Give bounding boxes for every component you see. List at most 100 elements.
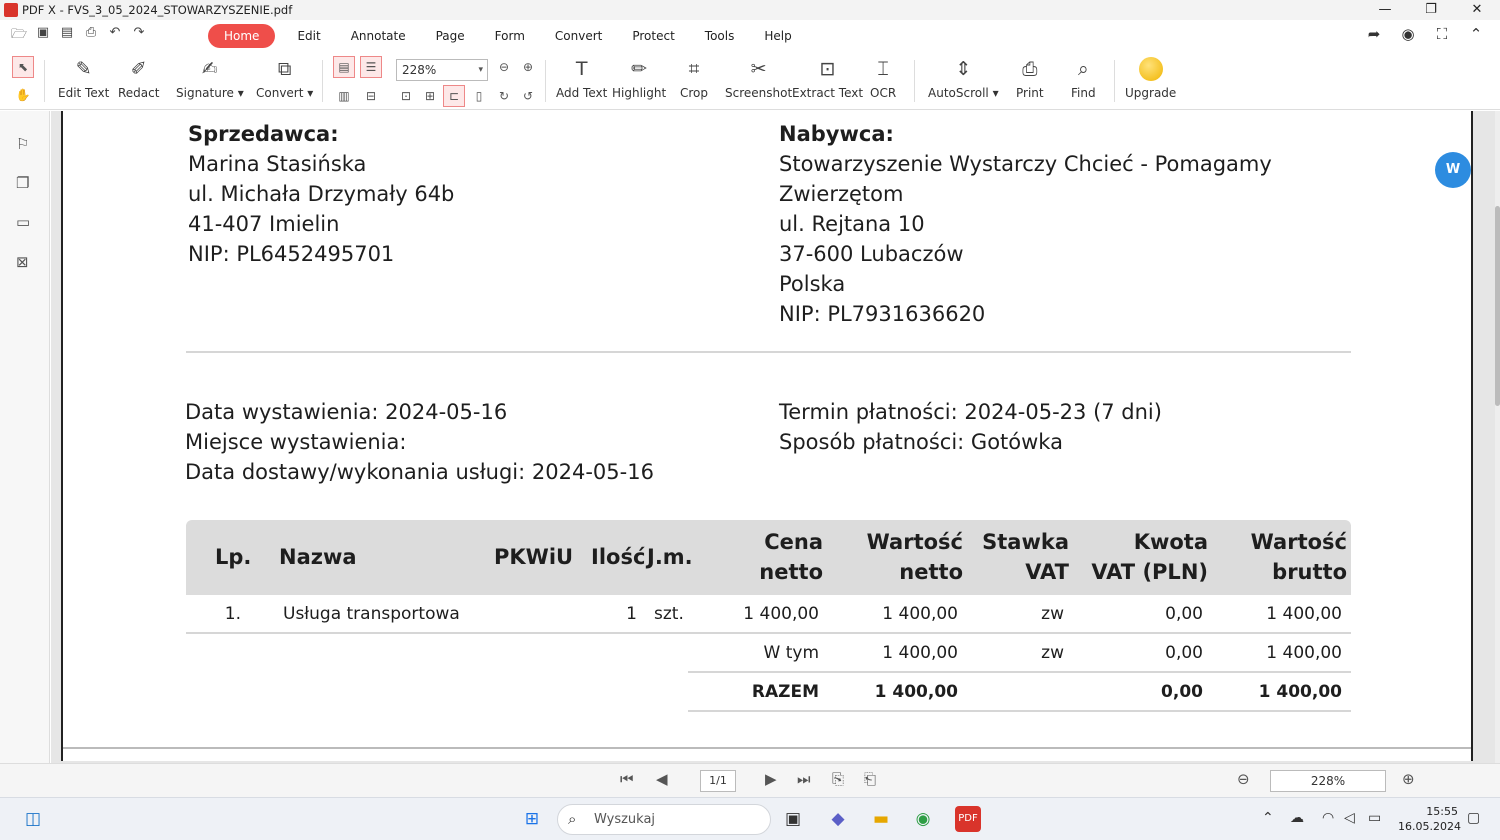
pdfx-app-icon[interactable]: PDF <box>955 806 981 832</box>
divider <box>186 632 1351 634</box>
next-view-icon[interactable]: ⎗ <box>864 770 876 788</box>
two-page-view-icon[interactable]: ▥ <box>333 85 355 107</box>
fullscreen-icon[interactable]: ⛶ <box>1432 25 1452 43</box>
tab-annotate[interactable]: Annotate <box>339 24 418 48</box>
select-tool-icon[interactable]: ⬉ <box>12 56 34 78</box>
previous-page-icon[interactable]: ◀ <box>656 770 668 788</box>
separator <box>914 60 915 102</box>
save-as-icon[interactable]: ▤ <box>58 25 76 47</box>
screenshot-button[interactable]: ✂ Screenshot <box>725 56 792 100</box>
volume-icon[interactable]: ◁ <box>1344 810 1355 826</box>
row-cena: 1 400,00 <box>743 604 819 624</box>
open-folder-icon[interactable]: 🗁 <box>10 25 28 47</box>
autoscroll-button[interactable]: ⇕ AutoScroll ▾ <box>928 56 999 100</box>
comment-icon[interactable]: ▭ <box>16 213 30 231</box>
tab-edit[interactable]: Edit <box>285 24 332 48</box>
page-number-input[interactable]: 1/1 <box>700 770 736 792</box>
share-icon[interactable]: ➦ <box>1364 25 1384 43</box>
print-small-icon[interactable]: ⎙ <box>82 25 100 47</box>
notifications-icon[interactable]: ▢ <box>1467 810 1480 826</box>
previous-view-icon[interactable]: ⎘ <box>832 770 844 788</box>
col-header-nazwa: Nazwa <box>279 545 357 569</box>
extract-text-button[interactable]: ⊡ Extract Text <box>792 56 863 100</box>
battery-icon[interactable]: ▭ <box>1368 810 1381 826</box>
maximize-button[interactable]: ❐ <box>1408 0 1454 20</box>
crop-button[interactable]: ⌗ Crop <box>680 56 708 100</box>
zoom-out-icon[interactable]: ⊖ <box>493 56 515 78</box>
tab-tools[interactable]: Tools <box>693 24 747 48</box>
teams-icon[interactable]: ◆ <box>825 806 851 832</box>
taskbar-search[interactable]: ⌕ Wyszukaj <box>557 804 771 835</box>
system-clock[interactable]: 15:55 16.05.2024 <box>1398 804 1461 834</box>
undo-icon[interactable]: ↶ <box>106 25 124 47</box>
print-button[interactable]: ⎙ Print <box>1016 56 1044 100</box>
page-thumbnail-icon[interactable]: ⊟ <box>360 85 382 107</box>
file-explorer-icon[interactable]: ▬ <box>868 806 894 832</box>
tab-convert[interactable]: Convert <box>543 24 614 48</box>
onedrive-icon[interactable]: ☁ <box>1290 810 1304 826</box>
wifi-icon[interactable]: ◠ <box>1322 810 1334 826</box>
next-page-icon[interactable]: ▶ <box>765 770 777 788</box>
vertical-scrollbar[interactable] <box>1495 111 1500 763</box>
widgets-icon[interactable]: ◫ <box>20 806 46 832</box>
fit-visible-icon[interactable]: ▯ <box>468 85 490 107</box>
upgrade-button[interactable]: Upgrade <box>1125 56 1176 100</box>
find-button[interactable]: ⌕ Find <box>1071 56 1096 100</box>
minimize-button[interactable]: — <box>1362 0 1408 20</box>
add-text-button[interactable]: T Add Text <box>556 56 607 100</box>
screenshot-label: Screenshot <box>725 86 793 100</box>
highlight-button[interactable]: ✏ Highlight <box>612 56 666 100</box>
zoom-out-icon[interactable]: ⊖ <box>1237 770 1250 788</box>
upgrade-coin-icon <box>1125 56 1176 82</box>
zoom-value: 228% <box>402 63 437 77</box>
rotate-counterclockwise-icon[interactable]: ↺ <box>517 85 539 107</box>
fit-page-icon[interactable]: ⊞ <box>419 85 441 107</box>
zoom-select[interactable]: 228% ▾ <box>396 59 488 81</box>
convert-button[interactable]: ⧉ Convert ▾ <box>256 56 313 100</box>
bookmark-icon[interactable]: ⚐ <box>16 135 29 153</box>
save-icon[interactable]: ▣ <box>34 25 52 47</box>
chrome-icon[interactable]: ◉ <box>910 806 936 832</box>
task-view-icon[interactable]: ▣ <box>780 806 806 832</box>
continuous-view-icon[interactable]: ☰ <box>360 56 382 78</box>
document-viewport[interactable]: Sprzedawca: Marina Stasińska ul. Michała… <box>51 111 1495 763</box>
redact-button[interactable]: ✐ Redact <box>118 56 159 100</box>
collapse-ribbon-icon[interactable]: ⌃ <box>1466 25 1486 43</box>
form-fields-icon[interactable]: ⊠ <box>16 253 29 271</box>
divider <box>688 710 1351 712</box>
row-lp: 1. <box>224 604 241 624</box>
single-page-view-icon[interactable]: ▤ <box>333 56 355 78</box>
rotate-clockwise-icon[interactable]: ↻ <box>493 85 515 107</box>
zoom-in-icon[interactable]: ⊕ <box>1402 770 1415 788</box>
col-header-wartosc-netto: Wartość <box>866 530 963 554</box>
show-hidden-icons-icon[interactable]: ⌃ <box>1262 810 1274 826</box>
zoom-level-input[interactable]: 228% <box>1270 770 1386 792</box>
ocr-button[interactable]: ⌶ OCR <box>870 56 896 100</box>
tab-protect[interactable]: Protect <box>620 24 686 48</box>
signature-button[interactable]: ✍ Signature ▾ <box>176 56 244 100</box>
pages-icon[interactable]: ❐ <box>16 174 29 192</box>
window-title: PDF X - FVS_3_05_2024_STOWARZYSZENIE.pdf <box>22 3 293 17</box>
signature-icon: ✍ <box>201 58 218 80</box>
hand-tool-icon[interactable]: ✋ <box>12 84 34 106</box>
pdf-to-word-icon[interactable]: W <box>1435 152 1471 188</box>
read-mode-icon[interactable]: ◉ <box>1398 25 1418 43</box>
separator <box>1114 60 1115 102</box>
divider <box>186 351 1351 353</box>
first-page-icon[interactable]: ⏮ <box>620 770 634 788</box>
col-header-stawka: VAT <box>1025 560 1069 584</box>
tab-help[interactable]: Help <box>752 24 803 48</box>
actual-size-icon[interactable]: ⊡ <box>395 85 417 107</box>
tab-form[interactable]: Form <box>483 24 537 48</box>
tab-home[interactable]: Home <box>208 24 276 48</box>
windows-start-icon[interactable]: ⊞ <box>519 806 545 832</box>
scrollbar-thumb[interactable] <box>1495 206 1500 406</box>
edit-text-button[interactable]: ✎ Edit Text <box>58 56 109 100</box>
fit-width-icon[interactable]: ⊏ <box>443 85 465 107</box>
zoom-level-value: 228% <box>1310 774 1346 788</box>
tab-page[interactable]: Page <box>424 24 477 48</box>
zoom-in-icon[interactable]: ⊕ <box>517 56 539 78</box>
redo-icon[interactable]: ↷ <box>130 25 148 47</box>
close-button[interactable]: ✕ <box>1454 0 1500 20</box>
last-page-icon[interactable]: ⏭ <box>797 770 811 788</box>
